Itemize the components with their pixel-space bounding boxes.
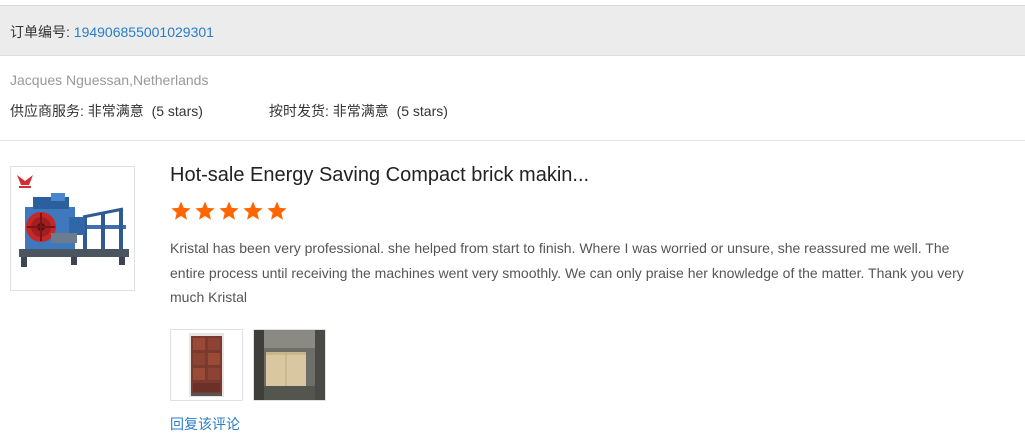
product-image[interactable]: [10, 166, 135, 291]
order-number-label: 订单编号:: [10, 24, 74, 40]
attachment-thumbnail[interactable]: [170, 329, 243, 401]
order-header: 订单编号: 194906855001029301: [0, 6, 1025, 56]
rating-stars-text: (5 stars): [396, 103, 448, 119]
star-icon: [219, 201, 239, 220]
star-icon: [267, 201, 287, 220]
star-icon: [171, 201, 191, 220]
photo-thumbnail: [254, 330, 325, 400]
rating-stars-text: (5 stars): [151, 103, 203, 119]
photo-thumbnail: [171, 330, 242, 400]
rating-value: 非常满意: [332, 103, 389, 119]
product-title[interactable]: Hot-sale Energy Saving Compact brick mak…: [170, 164, 589, 187]
rating-on-time-delivery: 按时发货: 非常满意 (5 stars): [269, 101, 448, 121]
rating-label: 供应商服务:: [10, 103, 88, 119]
star-icon: [195, 201, 215, 220]
review-text: Kristal has been very professional. she …: [170, 240, 964, 305]
order-number: 订单编号: 194906855001029301: [10, 22, 214, 42]
rating-supplier-service: 供应商服务: 非常满意 (5 stars): [10, 103, 203, 119]
star-icon: [243, 201, 263, 220]
section-divider: [0, 140, 1025, 141]
rating-value: 非常满意: [87, 103, 144, 119]
product-rating-stars: [170, 200, 288, 224]
order-number-value[interactable]: 194906855001029301: [74, 24, 214, 40]
buyer-name: Jacques Nguessan,Netherlands: [10, 72, 209, 88]
brick-machine-image: [17, 175, 129, 267]
reply-to-review-link[interactable]: 回复该评论: [170, 414, 240, 434]
seller-ratings: 供应商服务: 非常满意 (5 stars) 按时发货: 非常满意 (5 star…: [10, 101, 448, 121]
rating-label: 按时发货:: [269, 103, 333, 119]
attachment-thumbnail[interactable]: [253, 329, 326, 401]
